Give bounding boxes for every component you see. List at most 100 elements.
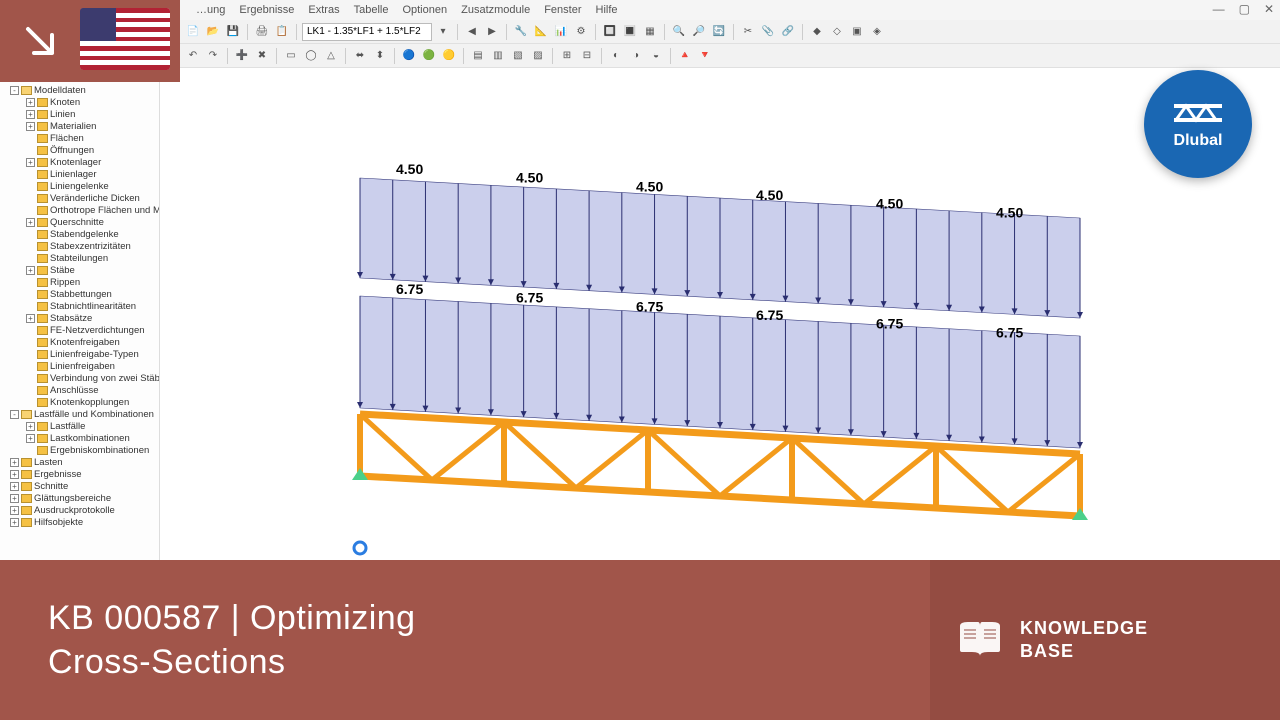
tool-icon[interactable]: 📎 (759, 23, 777, 41)
tool-icon[interactable]: 📊 (552, 23, 570, 41)
tree-item[interactable]: Stabexzentrizitäten (26, 240, 159, 252)
tool-icon[interactable]: 🟡 (440, 47, 458, 65)
tool-icon[interactable]: ⊞ (558, 47, 576, 65)
tree-item[interactable]: +Lastfälle (26, 420, 159, 432)
tree-item[interactable]: Stabendgelenke (26, 228, 159, 240)
menu-item[interactable]: …ung (196, 4, 225, 16)
tree-group[interactable]: +Ergebnisse (10, 468, 159, 480)
tree-group[interactable]: +Schnitte (10, 480, 159, 492)
tool-icon[interactable]: ✂ (739, 23, 757, 41)
tool-icon[interactable]: ➕ (233, 47, 251, 65)
tool-icon[interactable]: 🔄 (710, 23, 728, 41)
tool-icon[interactable]: ◒ (647, 47, 665, 65)
tool-icon[interactable]: ↶ (184, 47, 202, 65)
tool-icon[interactable]: 🔍 (670, 23, 688, 41)
menu-item[interactable]: Optionen (402, 4, 447, 16)
tool-icon[interactable]: ▦ (641, 23, 659, 41)
svg-text:6.75: 6.75 (636, 298, 663, 314)
tool-icon[interactable]: 📋 (273, 23, 291, 41)
tree-item[interactable]: Veränderliche Dicken (26, 192, 159, 204)
menu-item[interactable]: Tabelle (354, 4, 389, 16)
tool-icon[interactable]: △ (322, 47, 340, 65)
tree-group[interactable]: +Lasten (10, 456, 159, 468)
minimize-button[interactable]: — (1213, 2, 1225, 16)
tool-icon[interactable]: 🟢 (420, 47, 438, 65)
tool-icon[interactable]: 🖨 (253, 23, 271, 41)
tool-icon[interactable]: 📐 (532, 23, 550, 41)
tool-icon[interactable]: ▣ (848, 23, 866, 41)
tool-icon[interactable]: 🔺 (676, 47, 694, 65)
tool-icon[interactable]: 📄 (184, 23, 202, 41)
tool-icon[interactable]: 🔎 (690, 23, 708, 41)
tree-item[interactable]: +Lastkombinationen (26, 432, 159, 444)
tree-item[interactable]: Stabbettungen (26, 288, 159, 300)
tool-icon[interactable]: 🔗 (779, 23, 797, 41)
tool-icon[interactable]: ◇ (828, 23, 846, 41)
tree-item[interactable]: +Linien (26, 108, 159, 120)
tree-item[interactable]: Orthotrope Flächen und Membranen (26, 204, 159, 216)
tool-icon[interactable]: 🔵 (400, 47, 418, 65)
menu-item[interactable]: Hilfe (596, 4, 618, 16)
tool-icon[interactable]: ▥ (489, 47, 507, 65)
tool-icon[interactable]: ◯ (302, 47, 320, 65)
tree-group[interactable]: +Hilfsobjekte (10, 516, 159, 528)
tool-icon[interactable]: ▭ (282, 47, 300, 65)
tree-group[interactable]: +Ausdruckprotokolle (10, 504, 159, 516)
close-button[interactable]: ✕ (1264, 2, 1274, 16)
tool-icon[interactable]: 🔻 (696, 47, 714, 65)
load-combo-select[interactable]: LK1 - 1.35*LF1 + 1.5*LF2 (302, 23, 432, 41)
tree-item[interactable]: +Materialien (26, 120, 159, 132)
maximize-button[interactable]: ▢ (1239, 2, 1250, 16)
nav-next-icon[interactable]: ▶ (483, 23, 501, 41)
nav-prev-icon[interactable]: ◀ (463, 23, 481, 41)
tool-icon[interactable]: ⊟ (578, 47, 596, 65)
tree-item[interactable]: Knotenkopplungen (26, 396, 159, 408)
tree-item[interactable]: Knotenfreigaben (26, 336, 159, 348)
tree-group[interactable]: +Glättungsbereiche (10, 492, 159, 504)
dropdown-icon[interactable]: ▾ (434, 23, 452, 41)
tree-item[interactable]: FE-Netzverdichtungen (26, 324, 159, 336)
tree-item[interactable]: Rippen (26, 276, 159, 288)
tool-icon[interactable]: ▨ (529, 47, 547, 65)
tool-icon[interactable]: 💾 (224, 23, 242, 41)
tool-icon[interactable]: 📂 (204, 23, 222, 41)
tree-item[interactable]: Linienfreigaben (26, 360, 159, 372)
tool-icon[interactable]: ✖ (253, 47, 271, 65)
tree-item[interactable]: +Knotenlager (26, 156, 159, 168)
tree-item[interactable]: Ergebniskombinationen (26, 444, 159, 456)
tree-item[interactable]: Verbindung von zwei Stäben (26, 372, 159, 384)
tree-item[interactable]: +Stäbe (26, 264, 159, 276)
tool-icon[interactable]: ▧ (509, 47, 527, 65)
tool-icon[interactable]: 🔳 (621, 23, 639, 41)
tool-icon[interactable]: ▤ (469, 47, 487, 65)
tool-icon[interactable]: ◈ (868, 23, 886, 41)
tree-item[interactable]: Stabteilungen (26, 252, 159, 264)
menu-item[interactable]: Extras (308, 4, 339, 16)
tree-item[interactable]: Öffnungen (26, 144, 159, 156)
tool-icon[interactable]: ⬍ (371, 47, 389, 65)
menu-item[interactable]: Fenster (544, 4, 581, 16)
tool-icon[interactable]: ◐ (607, 47, 625, 65)
model-viewport[interactable]: 4.506.754.506.754.506.754.506.754.506.75… (160, 68, 1280, 584)
menu-item[interactable]: Zusatzmodule (461, 4, 530, 16)
tree-item[interactable]: Stabnichtlinearitäten (26, 300, 159, 312)
tree-item[interactable]: +Querschnitte (26, 216, 159, 228)
tree-group[interactable]: -Modelldaten (10, 84, 159, 96)
tree-item[interactable]: Flächen (26, 132, 159, 144)
tool-icon[interactable]: 🔲 (601, 23, 619, 41)
tool-icon[interactable]: ◆ (808, 23, 826, 41)
navigator-sidebar[interactable]: - 📐 Truss [Temp] -Modelldaten+Knoten+Lin… (0, 68, 160, 584)
tool-icon[interactable]: 🔧 (512, 23, 530, 41)
tool-icon[interactable]: ◑ (627, 47, 645, 65)
tool-icon[interactable]: ↷ (204, 47, 222, 65)
tree-item[interactable]: Linienlager (26, 168, 159, 180)
menu-item[interactable]: Ergebnisse (239, 4, 294, 16)
tree-item[interactable]: +Stabsätze (26, 312, 159, 324)
tool-icon[interactable]: ⚙ (572, 23, 590, 41)
tool-icon[interactable]: ⬌ (351, 47, 369, 65)
tree-item[interactable]: Liniengelenke (26, 180, 159, 192)
tree-group[interactable]: -Lastfälle und Kombinationen (10, 408, 159, 420)
tree-item[interactable]: +Knoten (26, 96, 159, 108)
tree-item[interactable]: Linienfreigabe-Typen (26, 348, 159, 360)
tree-item[interactable]: Anschlüsse (26, 384, 159, 396)
